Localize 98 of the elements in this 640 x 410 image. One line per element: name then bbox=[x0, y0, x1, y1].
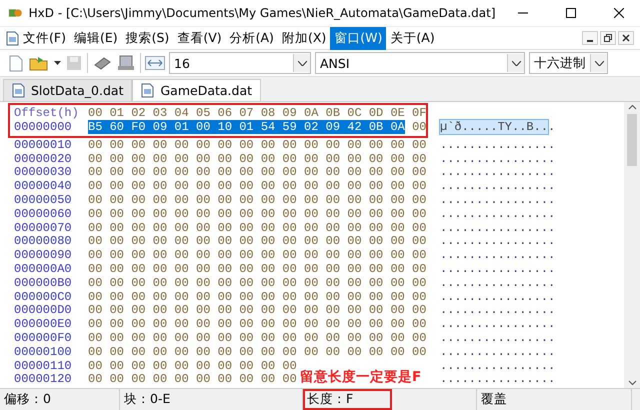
offset-label: 00000110 bbox=[14, 360, 73, 374]
window-title: HxD - [C:\Users\Jimmy\Documents\My Games\NieR_Automata\GameData.dat] bbox=[28, 6, 496, 20]
text-column: ................ bbox=[440, 358, 556, 373]
new-file-icon[interactable] bbox=[8, 54, 24, 72]
close-icon[interactable] bbox=[614, 8, 624, 18]
offset-label: 00000000 bbox=[14, 121, 73, 135]
menu-item[interactable]: 关于(A) bbox=[386, 26, 439, 50]
menu-item[interactable]: 查看(V) bbox=[173, 26, 226, 50]
hex-bytes: 00 00 00 00 00 00 00 00 00 00 00 00 00 00 00 00 bbox=[88, 220, 426, 235]
restore-icon bbox=[604, 34, 612, 42]
hex-bytes: 00 bbox=[412, 120, 426, 134]
hex-bytes: 00 00 00 00 00 00 00 00 00 00 bbox=[88, 372, 297, 386]
text-column: ................ bbox=[440, 262, 556, 276]
offset-label: 00000080 bbox=[14, 235, 73, 250]
status-text: 偏移：0 bbox=[4, 391, 51, 408]
file-tab[interactable]: GameData.dat bbox=[132, 79, 262, 101]
hex-bytes: 00 00 00 00 00 00 00 00 00 00 00 00 00 00 00 00 bbox=[88, 165, 426, 180]
hex-bytes: 00 00 00 00 00 00 00 00 00 00 bbox=[88, 358, 297, 373]
offset-label: 00000030 bbox=[14, 166, 73, 180]
hex-bytes: 00 00 00 00 00 00 00 00 00 00 00 00 00 00 00 00 bbox=[88, 192, 426, 207]
menu-item[interactable]: 附加(X) bbox=[278, 26, 330, 50]
status-text: 块：0-E bbox=[124, 391, 170, 408]
hex-bytes: 00 00 00 00 00 00 00 00 00 00 00 00 00 00 00 00 bbox=[88, 152, 426, 166]
hex-bytes: 00 00 00 00 00 00 00 00 00 00 00 00 00 00 00 00 bbox=[88, 303, 426, 318]
annotation-note: 留意长度一定要是F bbox=[298, 368, 424, 386]
text-column: ................ bbox=[440, 276, 556, 290]
caret-icon[interactable] bbox=[54, 61, 61, 65]
close-icon bbox=[622, 34, 630, 42]
text-column: ................ bbox=[440, 248, 556, 262]
text-column: ................ bbox=[440, 372, 556, 386]
offset-label: 00000050 bbox=[14, 194, 73, 208]
scroll-down-icon[interactable] bbox=[628, 378, 636, 388]
offset-label: 000000D0 bbox=[14, 304, 73, 318]
text-column: ................ bbox=[440, 317, 556, 332]
hex-bytes: 00 00 00 00 00 00 00 00 00 00 00 00 00 00 00 00 bbox=[88, 276, 426, 290]
menu-item[interactable]: 搜索(S) bbox=[122, 26, 174, 50]
width-arrows-icon bbox=[145, 56, 165, 70]
status-text: 覆盖 bbox=[481, 391, 507, 408]
document-icon bbox=[6, 30, 19, 46]
document-icon bbox=[141, 83, 154, 98]
text-column: ................ bbox=[440, 192, 556, 207]
offset-label: 00000060 bbox=[14, 208, 73, 222]
scroll-up-icon[interactable] bbox=[628, 102, 636, 112]
text-column: . bbox=[548, 120, 556, 134]
minimize-icon bbox=[587, 40, 593, 42]
text-column: ................ bbox=[440, 152, 556, 166]
text-column: ................ bbox=[440, 303, 556, 318]
offset-label: 00000090 bbox=[14, 249, 73, 263]
hex-bytes: 00 00 00 00 00 00 00 00 00 00 00 00 00 00 00 00 bbox=[88, 262, 426, 276]
offset-label: 000000B0 bbox=[14, 276, 73, 291]
offset-label: 000000F0 bbox=[14, 332, 73, 346]
menu-item[interactable]: 窗口(W) bbox=[330, 26, 386, 50]
offset-label: 00000100 bbox=[14, 346, 73, 360]
menu-item[interactable]: 文件(F) bbox=[19, 26, 70, 50]
document-icon bbox=[12, 83, 25, 98]
offset-base-combo[interactable]: 十六进制 bbox=[529, 52, 608, 74]
selected-bytes: B5 60 F0 09 01 00 10 01 54 59 02 09 42 0B 0A bbox=[88, 120, 405, 134]
offset-label: 000000C0 bbox=[14, 290, 73, 304]
menu-item[interactable]: 分析(A) bbox=[226, 26, 278, 50]
restore-button[interactable] bbox=[600, 31, 616, 45]
text-column: ................ bbox=[440, 165, 556, 180]
column-header: Offset(h) bbox=[14, 105, 80, 121]
hex-bytes: 00 00 00 00 00 00 00 00 00 00 00 00 00 00 00 00 bbox=[88, 344, 426, 359]
offset-label: 000000A0 bbox=[14, 262, 73, 277]
menu-item[interactable]: 编辑(E) bbox=[70, 26, 122, 50]
file-tab[interactable]: SlotData_0.dat bbox=[3, 79, 132, 101]
offset-label: 00000070 bbox=[14, 222, 73, 236]
minimize-button[interactable] bbox=[582, 31, 598, 45]
text-column: ................ bbox=[440, 234, 556, 248]
text-column: ................ bbox=[440, 344, 556, 359]
scroll-thumb[interactable] bbox=[627, 114, 637, 166]
text-column: ................ bbox=[440, 290, 556, 304]
text-column: ................ bbox=[440, 220, 556, 235]
offset-label: 00000120 bbox=[14, 373, 73, 388]
text-column: ................ bbox=[440, 206, 556, 221]
maximize-icon[interactable] bbox=[566, 8, 576, 18]
offset-label: 000000E0 bbox=[14, 318, 73, 332]
text-column: ................ bbox=[440, 138, 556, 152]
offset-label: 00000020 bbox=[14, 152, 73, 166]
text-column: ................ bbox=[440, 330, 556, 345]
charset-combo[interactable]: ANSI bbox=[315, 52, 525, 74]
hex-bytes: 00 00 00 00 00 00 00 00 00 00 00 00 00 00 00 00 bbox=[88, 317, 426, 332]
status-text: 长度：F bbox=[307, 391, 354, 408]
hex-bytes: 00 00 00 00 00 00 00 00 00 00 00 00 00 00 00 00 bbox=[88, 248, 426, 262]
selected-text: µ`ð.....TY..B.. bbox=[440, 120, 548, 134]
hex-bytes: 00 00 00 00 00 00 00 00 00 00 00 00 00 00 00 00 bbox=[88, 206, 426, 221]
hex-bytes: 00 00 00 00 00 00 00 00 00 00 00 00 00 00 00 00 bbox=[88, 234, 426, 248]
offset-label: 00000010 bbox=[14, 138, 73, 153]
offset-label: 00000040 bbox=[14, 180, 73, 194]
hex-bytes: 00 00 00 00 00 00 00 00 00 00 00 00 00 00 00 00 bbox=[88, 290, 426, 304]
hex-bytes: 00 00 00 00 00 00 00 00 00 00 00 00 00 00 00 00 bbox=[88, 330, 426, 345]
scrollbar[interactable] bbox=[624, 102, 640, 388]
bytes-per-row-combo[interactable]: 16 bbox=[169, 52, 311, 74]
hex-bytes: 00 00 00 00 00 00 00 00 00 00 00 00 00 00 00 00 bbox=[88, 179, 426, 194]
hex-bytes: 00 00 00 00 00 00 00 00 00 00 00 00 00 00 00 00 bbox=[88, 138, 426, 152]
column-header: 00 01 02 03 04 05 06 07 08 09 0A 0B 0C 0D 0E 0F bbox=[88, 105, 428, 121]
text-column: ................ bbox=[440, 179, 556, 194]
close-button[interactable] bbox=[618, 31, 634, 45]
